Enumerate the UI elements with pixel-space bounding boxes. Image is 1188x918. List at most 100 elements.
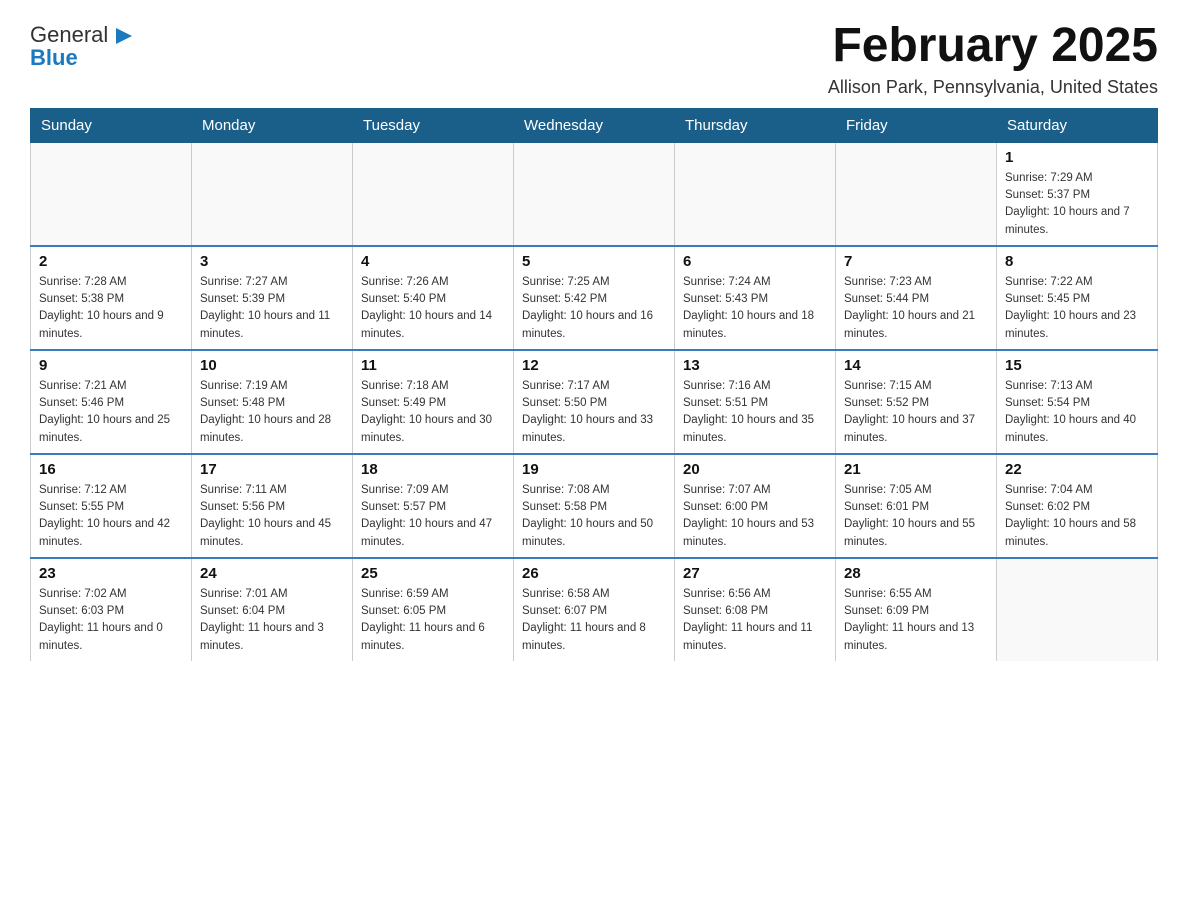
day-number: 15 — [1005, 357, 1149, 374]
logo-general-text: General — [30, 23, 108, 47]
calendar-day-cell: 5 Sunrise: 7:25 AM Sunset: 5:42 PM Daylig… — [514, 246, 675, 350]
calendar-day-cell — [514, 142, 675, 246]
day-info: Sunrise: 7:09 AM Sunset: 5:57 PM Dayligh… — [361, 482, 505, 551]
day-number: 17 — [200, 461, 344, 478]
day-number: 3 — [200, 253, 344, 270]
day-number: 21 — [844, 461, 988, 478]
day-info: Sunrise: 7:01 AM Sunset: 6:04 PM Dayligh… — [200, 586, 344, 655]
day-of-week-header: Friday — [836, 108, 997, 142]
calendar-day-cell: 12Sunrise: 7:17 AM Sunset: 5:50 PM Dayli… — [514, 350, 675, 454]
calendar-week-row: 16 Sunrise: 7:12 AM Sunset: 5:55 PM Dayli… — [31, 454, 1158, 558]
day-number: 14 — [844, 357, 988, 374]
day-number: 24 — [200, 565, 344, 582]
day-info: Sunrise: 7:24 AM Sunset: 5:43 PM Dayligh… — [683, 274, 827, 343]
day-info: Sunrise: 7:21 AM Sunset: 5:46 PM Dayligh… — [39, 378, 183, 447]
day-info: Sunrise: 7:28 AM Sunset: 5:38 PM Dayligh… — [39, 274, 183, 343]
calendar-day-cell: 1Sunrise: 7:29 AM Sunset: 5:37 PM Daylig… — [997, 142, 1158, 246]
day-info: Sunrise: 6:55 AM Sunset: 6:09 PM Dayligh… — [844, 586, 988, 655]
day-info: Sunrise: 7:18 AM Sunset: 5:49 PM Dayligh… — [361, 378, 505, 447]
day-info: Sunrise: 7:19 AM Sunset: 5:48 PM Dayligh… — [200, 378, 344, 447]
calendar-day-cell: 25 Sunrise: 6:59 AM Sunset: 6:05 PM Dayli… — [353, 558, 514, 661]
day-of-week-header: Monday — [192, 108, 353, 142]
day-number: 10 — [200, 357, 344, 374]
day-number: 20 — [683, 461, 827, 478]
day-number: 4 — [361, 253, 505, 270]
day-number: 18 — [361, 461, 505, 478]
title-block: February 2025 Allison Park, Pennsylvania… — [828, 20, 1158, 98]
day-info: Sunrise: 7:12 AM Sunset: 5:55 PM Dayligh… — [39, 482, 183, 551]
calendar-day-cell — [192, 142, 353, 246]
calendar-day-cell: 3Sunrise: 7:27 AM Sunset: 5:39 PM Daylig… — [192, 246, 353, 350]
calendar-day-cell: 19Sunrise: 7:08 AM Sunset: 5:58 PM Dayli… — [514, 454, 675, 558]
day-info: Sunrise: 7:25 AM Sunset: 5:42 PM Dayligh… — [522, 274, 666, 343]
day-of-week-header: Tuesday — [353, 108, 514, 142]
calendar-week-row: 1Sunrise: 7:29 AM Sunset: 5:37 PM Daylig… — [31, 142, 1158, 246]
calendar-day-cell — [31, 142, 192, 246]
day-number: 2 — [39, 253, 183, 270]
day-info: Sunrise: 7:15 AM Sunset: 5:52 PM Dayligh… — [844, 378, 988, 447]
calendar-table: SundayMondayTuesdayWednesdayThursdayFrid… — [30, 108, 1158, 661]
day-info: Sunrise: 7:16 AM Sunset: 5:51 PM Dayligh… — [683, 378, 827, 447]
calendar-header-row: SundayMondayTuesdayWednesdayThursdayFrid… — [31, 108, 1158, 142]
day-number: 5 — [522, 253, 666, 270]
day-of-week-header: Thursday — [675, 108, 836, 142]
day-info: Sunrise: 7:22 AM Sunset: 5:45 PM Dayligh… — [1005, 274, 1149, 343]
month-title: February 2025 — [828, 20, 1158, 73]
day-info: Sunrise: 7:23 AM Sunset: 5:44 PM Dayligh… — [844, 274, 988, 343]
day-info: Sunrise: 7:02 AM Sunset: 6:03 PM Dayligh… — [39, 586, 183, 655]
day-number: 8 — [1005, 253, 1149, 270]
calendar-day-cell: 6 Sunrise: 7:24 AM Sunset: 5:43 PM Daylig… — [675, 246, 836, 350]
calendar-day-cell: 9 Sunrise: 7:21 AM Sunset: 5:46 PM Daylig… — [31, 350, 192, 454]
page-header: General Blue February 2025 Allison Park,… — [30, 20, 1158, 98]
calendar-day-cell — [836, 142, 997, 246]
location-text: Allison Park, Pennsylvania, United State… — [828, 77, 1158, 98]
calendar-day-cell: 2 Sunrise: 7:28 AM Sunset: 5:38 PM Daylig… — [31, 246, 192, 350]
calendar-day-cell: 26Sunrise: 6:58 AM Sunset: 6:07 PM Dayli… — [514, 558, 675, 661]
calendar-day-cell: 13Sunrise: 7:16 AM Sunset: 5:51 PM Dayli… — [675, 350, 836, 454]
day-info: Sunrise: 7:04 AM Sunset: 6:02 PM Dayligh… — [1005, 482, 1149, 551]
calendar-day-cell: 8 Sunrise: 7:22 AM Sunset: 5:45 PM Daylig… — [997, 246, 1158, 350]
calendar-day-cell: 18 Sunrise: 7:09 AM Sunset: 5:57 PM Dayli… — [353, 454, 514, 558]
day-info: Sunrise: 6:56 AM Sunset: 6:08 PM Dayligh… — [683, 586, 827, 655]
day-number: 25 — [361, 565, 505, 582]
day-info: Sunrise: 7:08 AM Sunset: 5:58 PM Dayligh… — [522, 482, 666, 551]
day-info: Sunrise: 6:59 AM Sunset: 6:05 PM Dayligh… — [361, 586, 505, 655]
day-number: 22 — [1005, 461, 1149, 478]
calendar-day-cell: 17 Sunrise: 7:11 AM Sunset: 5:56 PM Dayli… — [192, 454, 353, 558]
calendar-day-cell: 14 Sunrise: 7:15 AM Sunset: 5:52 PM Dayli… — [836, 350, 997, 454]
calendar-day-cell: 27 Sunrise: 6:56 AM Sunset: 6:08 PM Dayli… — [675, 558, 836, 661]
calendar-day-cell: 15 Sunrise: 7:13 AM Sunset: 5:54 PM Dayli… — [997, 350, 1158, 454]
day-number: 7 — [844, 253, 988, 270]
day-number: 11 — [361, 357, 505, 374]
day-number: 16 — [39, 461, 183, 478]
calendar-day-cell: 21Sunrise: 7:05 AM Sunset: 6:01 PM Dayli… — [836, 454, 997, 558]
logo-blue-text: Blue — [30, 46, 78, 70]
day-info: Sunrise: 6:58 AM Sunset: 6:07 PM Dayligh… — [522, 586, 666, 655]
day-number: 6 — [683, 253, 827, 270]
calendar-week-row: 23 Sunrise: 7:02 AM Sunset: 6:03 PM Dayli… — [31, 558, 1158, 661]
calendar-week-row: 2 Sunrise: 7:28 AM Sunset: 5:38 PM Daylig… — [31, 246, 1158, 350]
calendar-day-cell: 23 Sunrise: 7:02 AM Sunset: 6:03 PM Dayli… — [31, 558, 192, 661]
day-number: 9 — [39, 357, 183, 374]
calendar-day-cell: 28 Sunrise: 6:55 AM Sunset: 6:09 PM Dayli… — [836, 558, 997, 661]
calendar-day-cell: 4 Sunrise: 7:26 AM Sunset: 5:40 PM Daylig… — [353, 246, 514, 350]
day-info: Sunrise: 7:26 AM Sunset: 5:40 PM Dayligh… — [361, 274, 505, 343]
calendar-day-cell: 10 Sunrise: 7:19 AM Sunset: 5:48 PM Dayli… — [192, 350, 353, 454]
day-number: 1 — [1005, 149, 1149, 166]
day-info: Sunrise: 7:13 AM Sunset: 5:54 PM Dayligh… — [1005, 378, 1149, 447]
calendar-day-cell — [997, 558, 1158, 661]
logo-arrow-icon — [110, 22, 138, 50]
calendar-day-cell — [353, 142, 514, 246]
calendar-day-cell: 22 Sunrise: 7:04 AM Sunset: 6:02 PM Dayli… — [997, 454, 1158, 558]
day-number: 23 — [39, 565, 183, 582]
calendar-day-cell: 16 Sunrise: 7:12 AM Sunset: 5:55 PM Dayli… — [31, 454, 192, 558]
logo: General Blue — [30, 20, 138, 70]
calendar-day-cell: 11 Sunrise: 7:18 AM Sunset: 5:49 PM Dayli… — [353, 350, 514, 454]
calendar-day-cell — [675, 142, 836, 246]
day-number: 27 — [683, 565, 827, 582]
day-of-week-header: Sunday — [31, 108, 192, 142]
day-info: Sunrise: 7:17 AM Sunset: 5:50 PM Dayligh… — [522, 378, 666, 447]
calendar-day-cell: 20Sunrise: 7:07 AM Sunset: 6:00 PM Dayli… — [675, 454, 836, 558]
day-number: 28 — [844, 565, 988, 582]
day-info: Sunrise: 7:11 AM Sunset: 5:56 PM Dayligh… — [200, 482, 344, 551]
